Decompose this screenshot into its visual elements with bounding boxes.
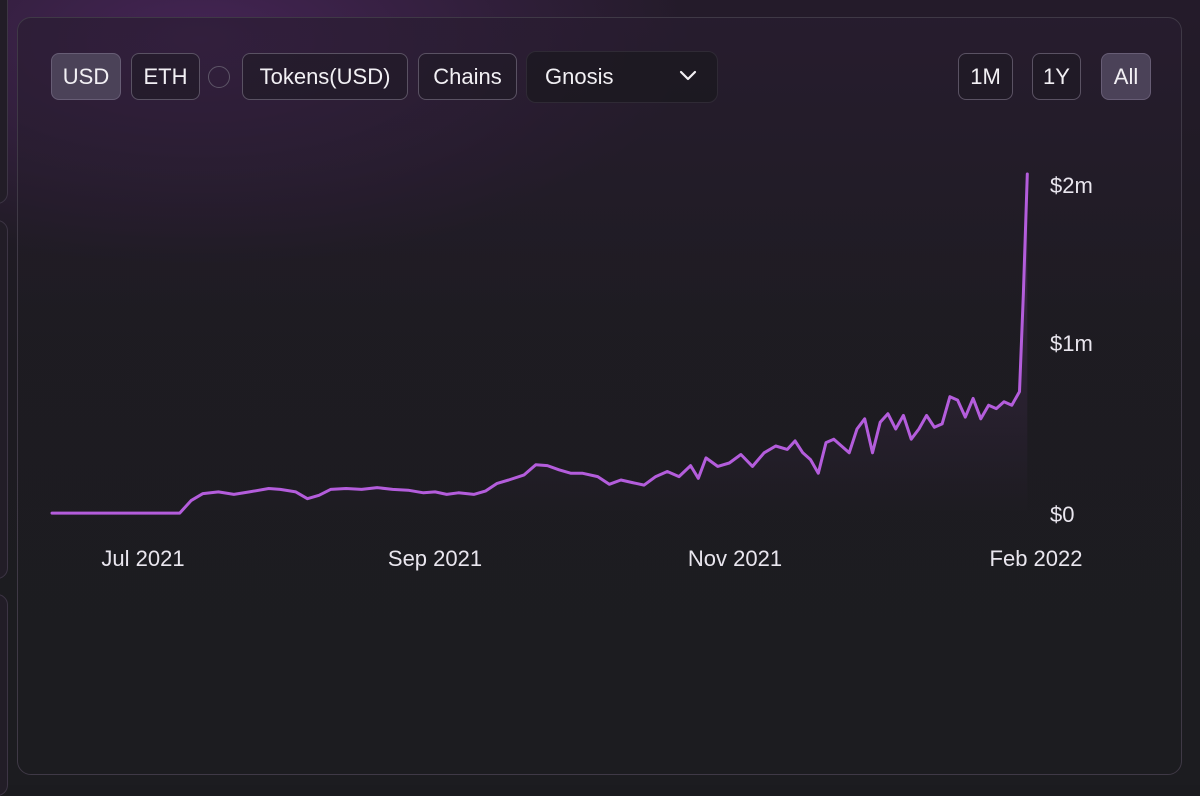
x-tick-label: Sep 2021 — [388, 546, 482, 571]
x-tick-label: Feb 2022 — [990, 546, 1083, 571]
y-tick-label: $0 — [1050, 502, 1074, 527]
x-tick-label: Jul 2021 — [101, 546, 184, 571]
y-tick-label: $2m — [1050, 173, 1093, 198]
tvl-chart[interactable]: $0 $1m $2m Jul 2021 Sep 2021 Nov 2021 Feb 202… — [0, 0, 1200, 785]
y-tick-label: $1m — [1050, 331, 1093, 356]
series-area-0 — [52, 174, 1028, 514]
x-tick-label: Nov 2021 — [688, 546, 782, 571]
